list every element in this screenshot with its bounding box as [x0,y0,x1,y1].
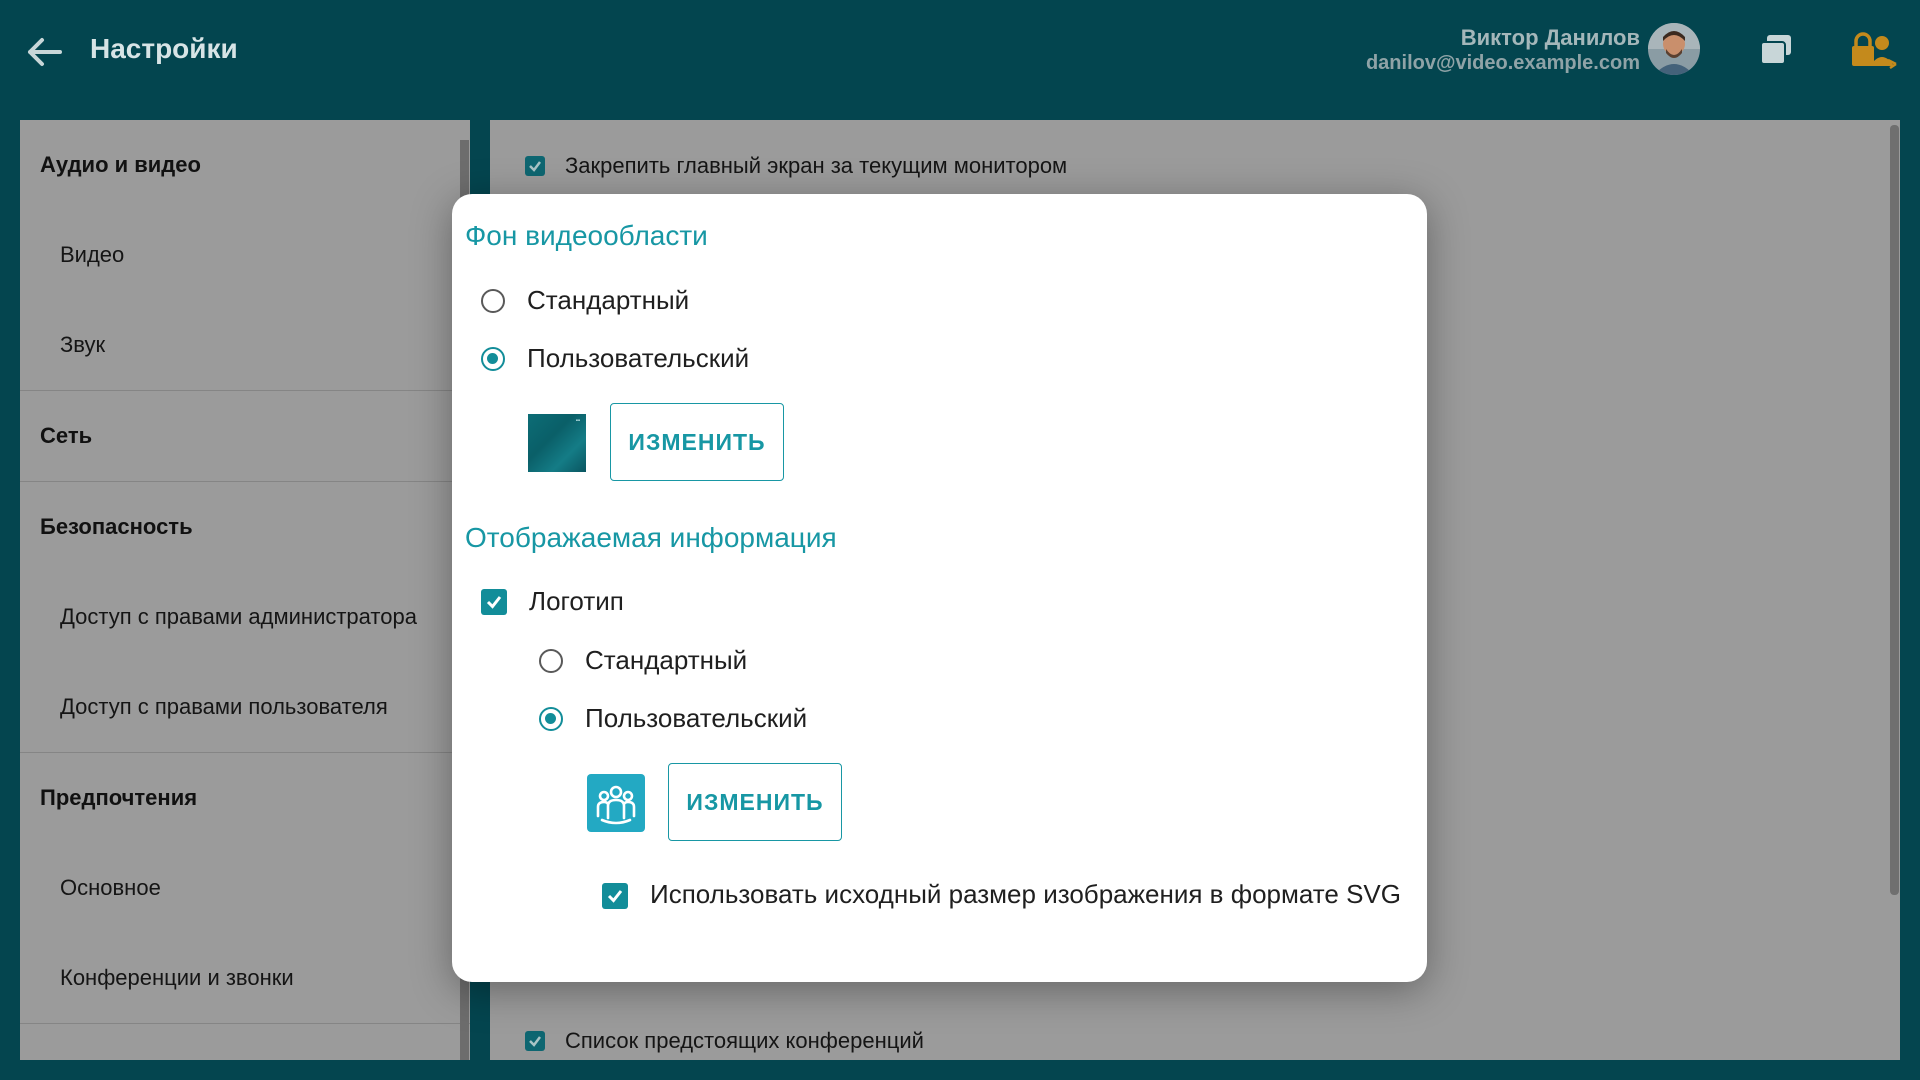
logo-option-standard-label: Стандартный [585,645,748,675]
background-thumbnail: ▪▪ [528,414,586,472]
radio-selected-icon[interactable] [539,706,563,731]
checkbox-checked-icon[interactable] [525,156,545,176]
logo-thumbnail [587,774,645,832]
logo-option-custom[interactable]: Пользовательский [539,703,807,734]
checkbox-checked-icon[interactable] [481,588,507,615]
change-background-button[interactable]: ИЗМЕНИТЬ [610,403,784,481]
sidebar-item-user-access[interactable]: Доступ с правами пользователя [20,662,470,752]
sidebar-section-network[interactable]: Сеть [20,391,470,482]
checkbox-checked-icon[interactable] [525,1031,545,1051]
bg-option-custom-label: Пользовательский [527,343,750,373]
logo-option-standard[interactable]: Стандартный [539,645,747,676]
upcoming-conferences-label: Список предстоящих конференций [565,1028,924,1053]
sidebar-section-partial[interactable]: И [20,1024,470,1060]
logo-label: Логотип [529,586,624,616]
bg-option-standard-label: Стандартный [527,285,690,315]
sidebar-item-conferences-calls[interactable]: Конференции и звонки [20,933,470,1023]
logo-checkbox-row[interactable]: Логотип [481,586,624,617]
upcoming-conferences-row[interactable]: Список предстоящих конференций [525,1028,924,1054]
windows-icon[interactable] [1758,32,1794,68]
radio-unselected-icon[interactable] [539,648,563,673]
back-arrow-icon[interactable] [22,30,66,74]
user-email: danilov@video.example.com [1365,52,1640,74]
sidebar-item-video[interactable]: Видео [20,210,470,300]
people-group-icon [596,785,636,825]
sidebar-section-preferences[interactable]: Предпочтения [20,753,470,843]
sidebar-item-admin-access[interactable]: Доступ с правами администратора [20,572,470,662]
bg-option-custom[interactable]: Пользовательский [481,343,749,374]
user-name: Виктор Данилов [1460,25,1640,50]
sidebar-item-sound[interactable]: Звук [20,300,470,390]
use-original-svg-size-label[interactable]: Использовать исходный размер изображения… [650,880,1410,908]
content-scrollbar[interactable] [1890,125,1899,895]
radio-unselected-icon[interactable] [481,288,505,313]
sidebar-item-general[interactable]: Основное [20,843,470,933]
displayed-info-heading: Отображаемая информация [465,522,837,553]
logo-option-custom-label: Пользовательский [585,703,808,733]
radio-selected-icon[interactable] [481,346,505,371]
video-background-heading: Фон видеообласти [465,220,708,251]
page-title: Настройки [90,33,238,64]
top-bar: Настройки Виктор Данилов danilov@video.e… [0,0,1920,100]
pin-main-screen-label: Закрепить главный экран за текущим монит… [565,153,1068,178]
avatar[interactable] [1648,23,1700,75]
change-logo-button[interactable]: ИЗМЕНИТЬ [668,763,842,841]
pin-main-screen-row[interactable]: Закрепить главный экран за текущим монит… [525,153,1067,179]
bg-option-standard[interactable]: Стандартный [481,285,689,316]
appearance-dialog: Фон видеообласти Стандартный Пользовател… [452,194,1427,982]
lock-user-icon[interactable] [1850,30,1898,70]
sidebar-section-security[interactable]: Безопасность [20,482,470,572]
checkbox-checked-icon[interactable] [602,883,628,909]
settings-sidebar: Аудио и видео Видео Звук Сеть Безопаснос… [20,120,470,1060]
sidebar-section-audio-video[interactable]: Аудио и видео [20,120,470,210]
